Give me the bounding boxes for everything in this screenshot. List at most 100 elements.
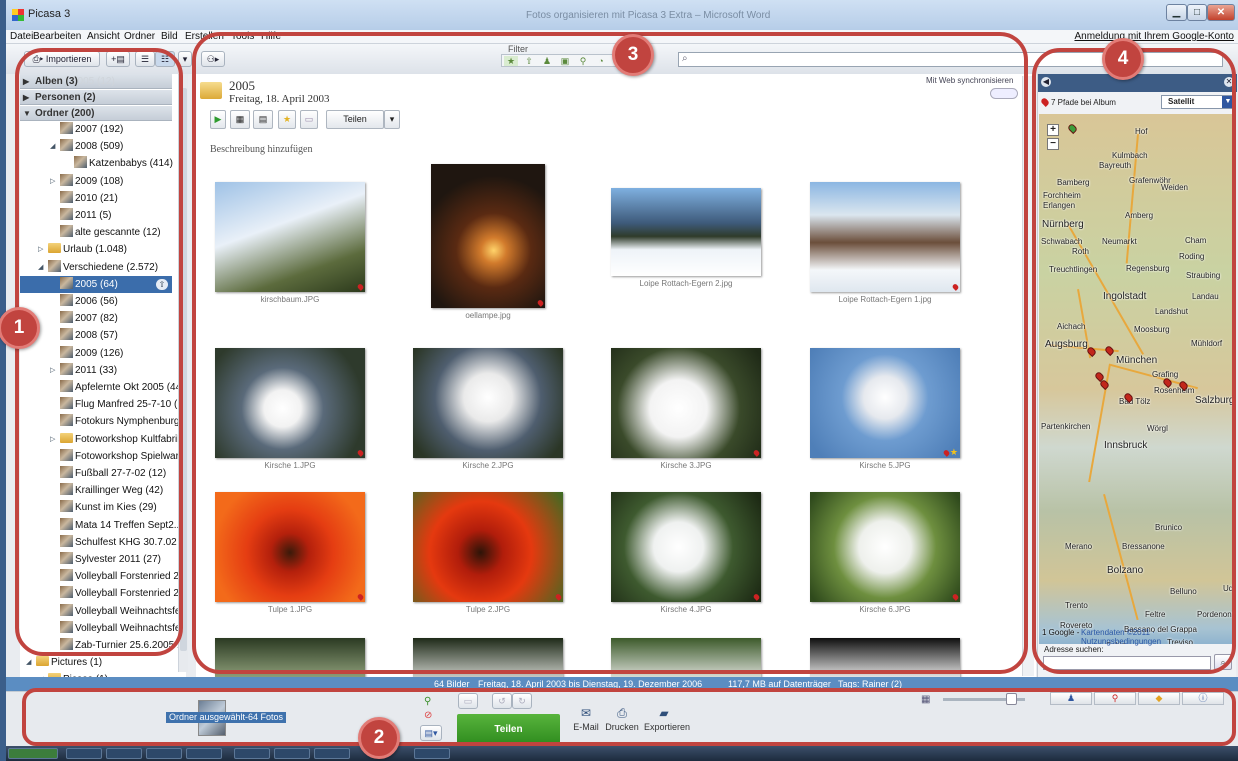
expand-icon[interactable]: ▷ xyxy=(50,431,55,448)
save-button[interactable]: ▭ xyxy=(300,110,318,129)
people-panel-button[interactable]: ♟ xyxy=(1050,692,1092,705)
sidebar-group[interactable]: ▶ (82) Personen (2) xyxy=(20,90,172,105)
taskbar-item[interactable] xyxy=(274,748,310,759)
album-title[interactable]: 2005 xyxy=(229,78,255,94)
sidebar-folder-item[interactable]: ◢ Pictures (1) xyxy=(26,654,102,671)
address-search-button[interactable]: ⌕ xyxy=(1214,654,1232,670)
movie-button[interactable]: ▤ xyxy=(253,110,273,129)
sidebar-folder-item[interactable]: 2011 (5) xyxy=(60,207,112,224)
star-icon[interactable]: ★ xyxy=(504,56,518,66)
taskbar-item[interactable] xyxy=(186,748,222,759)
menu-ordner[interactable]: Ordner xyxy=(124,31,155,42)
sidebar-folder-item[interactable]: 2008 (57) xyxy=(60,327,118,344)
print-button[interactable]: ⎙ Drucken xyxy=(602,706,642,732)
pin-icon[interactable]: ⚲ xyxy=(576,56,590,66)
menu-tools[interactable]: Tools xyxy=(231,31,254,42)
tree-view-button[interactable]: ☷ xyxy=(155,51,175,67)
add-to-album-button[interactable]: +▤ xyxy=(106,51,130,67)
photo-thumbnail[interactable] xyxy=(810,492,960,602)
expand-icon[interactable]: ▼ xyxy=(23,106,31,121)
sidebar-folder-item[interactable]: ◢ Verschiedene (2.572) xyxy=(38,259,158,276)
close-button[interactable]: ✕ xyxy=(1207,4,1235,21)
maximize-button[interactable]: □ xyxy=(1187,4,1207,21)
sidebar-folder-item[interactable]: 2007 (82) xyxy=(60,310,118,327)
slideshow-play-button[interactable]: ▶ xyxy=(210,110,226,129)
menu-hilfe[interactable]: Hilfe xyxy=(261,31,281,42)
drop-pin-icon[interactable] xyxy=(1066,122,1079,135)
sidebar-folder-item[interactable]: 2007 (192) xyxy=(60,121,123,138)
map-back-icon[interactable]: ◀ xyxy=(1041,77,1051,87)
expand-icon[interactable]: ▷ xyxy=(50,173,55,190)
photo-thumbnail[interactable] xyxy=(215,182,365,292)
photo-thumbnail[interactable] xyxy=(611,638,761,677)
sidebar-group[interactable]: ▼ (19) Ordner (200) xyxy=(20,106,172,121)
map-marker-icon[interactable] xyxy=(1103,344,1116,357)
taskbar-item[interactable] xyxy=(146,748,182,759)
photo-thumbnail[interactable] xyxy=(810,182,960,292)
photo-thumbnail[interactable] xyxy=(810,638,960,677)
taskbar-item[interactable] xyxy=(66,748,102,759)
sidebar-group[interactable]: ▶ 2005 (12) Alben (3) xyxy=(20,74,172,89)
google-login-link[interactable]: Anmeldung mit Ihrem Google-Konto xyxy=(1074,31,1234,42)
expand-icon[interactable]: ▶ xyxy=(23,74,29,89)
photo-thumbnail[interactable] xyxy=(215,492,365,602)
sidebar-folder-item[interactable]: Katzenbabys (414) xyxy=(74,155,173,172)
sidebar-folder-item[interactable]: Zab-Turnier 25.6.2005 ... xyxy=(60,637,185,654)
rotate-tray-button[interactable]: ▭ xyxy=(458,693,478,709)
sidebar-folder-item[interactable]: ▷ 2009 (108) xyxy=(50,173,123,190)
minimize-button[interactable]: ▁ xyxy=(1166,4,1187,21)
places-panel-button[interactable]: ⚲ xyxy=(1094,692,1136,705)
album-date[interactable]: Freitag, 18. April 2003 xyxy=(229,93,330,105)
sidebar-scrollbar[interactable] xyxy=(178,74,188,672)
sidebar-folder-item[interactable]: Fotoworkshop Spielwar... xyxy=(60,448,186,465)
clear-icon[interactable]: ⊘ xyxy=(424,710,432,721)
share-album-button[interactable]: Teilen xyxy=(326,110,384,129)
map-type-select[interactable]: Satellit ▼ xyxy=(1161,95,1235,109)
sidebar-folder-item[interactable]: Fotokurs Nymphenburg... xyxy=(60,413,186,430)
sidebar-folder-item[interactable]: Flug Manfred 25-7-10 (... xyxy=(60,396,186,413)
map-close-icon[interactable]: ✕ xyxy=(1224,77,1234,87)
sidebar-folder-item[interactable]: 2010 (21) xyxy=(60,190,118,207)
taskbar-item[interactable] xyxy=(106,748,142,759)
web-sync-toggle[interactable] xyxy=(990,88,1018,99)
photo-thumbnail[interactable] xyxy=(215,638,365,677)
sidebar-folder-item[interactable]: alte gescannte (12) xyxy=(60,224,161,241)
menu-erstellen[interactable]: Erstellen xyxy=(185,31,224,42)
photo-thumbnail[interactable] xyxy=(431,164,545,308)
info-panel-button[interactable]: ⓘ xyxy=(1182,692,1224,705)
sidebar-folder-item[interactable]: Volleyball Forstenried 2... xyxy=(60,585,186,602)
hold-pin-icon[interactable]: ⚲ xyxy=(424,696,431,707)
menu-bild[interactable]: Bild xyxy=(161,31,178,42)
movie-icon[interactable]: ▣ xyxy=(558,56,572,66)
photo-thumbnail[interactable] xyxy=(611,188,761,276)
menu-bearbeiten[interactable]: Bearbeiten xyxy=(33,31,81,42)
people-button[interactable]: ⚇▸ xyxy=(201,51,225,67)
expand-icon[interactable]: ▷ xyxy=(50,362,55,379)
sidebar-folder-item[interactable]: Volleyball Weihnachtsfe... xyxy=(60,603,186,620)
export-button[interactable]: ▰ Exportieren xyxy=(644,706,690,732)
album-description[interactable]: Beschreibung hinzufügen xyxy=(210,144,312,155)
share-dropdown-button[interactable]: ▾ xyxy=(384,110,400,129)
map-marker-icon[interactable] xyxy=(1098,378,1111,391)
photo-thumbnail[interactable] xyxy=(413,348,563,458)
taskbar-item[interactable] xyxy=(414,748,450,759)
import-button[interactable]: ⎙▸ Importieren xyxy=(24,51,100,67)
album-add-button[interactable]: ▤▾ xyxy=(420,725,442,741)
sidebar-folder-item[interactable]: ◢ 2008 (509) xyxy=(50,138,123,155)
library-scrollbar[interactable] xyxy=(1022,76,1034,676)
rotate-left-button[interactable]: ↺ xyxy=(492,693,512,709)
sidebar-folder-item[interactable]: Apfelernte Okt 2005 (44) xyxy=(60,379,185,396)
person-icon[interactable]: ♟ xyxy=(540,56,554,66)
expand-icon[interactable]: ▶ xyxy=(23,90,29,105)
sidebar-folder-item[interactable]: 2009 (126) xyxy=(60,345,123,362)
sidebar-folder-item[interactable]: Kraillinger Weg (42) xyxy=(60,482,163,499)
menu-ansicht[interactable]: Ansicht xyxy=(87,31,120,42)
zoom-out-button[interactable]: − xyxy=(1047,138,1059,150)
sidebar-folder-item[interactable]: ▷ Urlaub (1.048) xyxy=(38,241,127,258)
map-view[interactable]: Hof Kulmbach Bayreuth Bamberg Grafenwöhr Weid… xyxy=(1039,114,1236,644)
tags-panel-button[interactable]: ◆ xyxy=(1138,692,1180,705)
sidebar-folder-item[interactable]: Mata 14 Treffen Sept2... xyxy=(60,517,182,534)
photo-thumbnail[interactable] xyxy=(413,492,563,602)
start-button[interactable] xyxy=(8,748,58,759)
share-button[interactable]: Teilen xyxy=(457,714,560,745)
